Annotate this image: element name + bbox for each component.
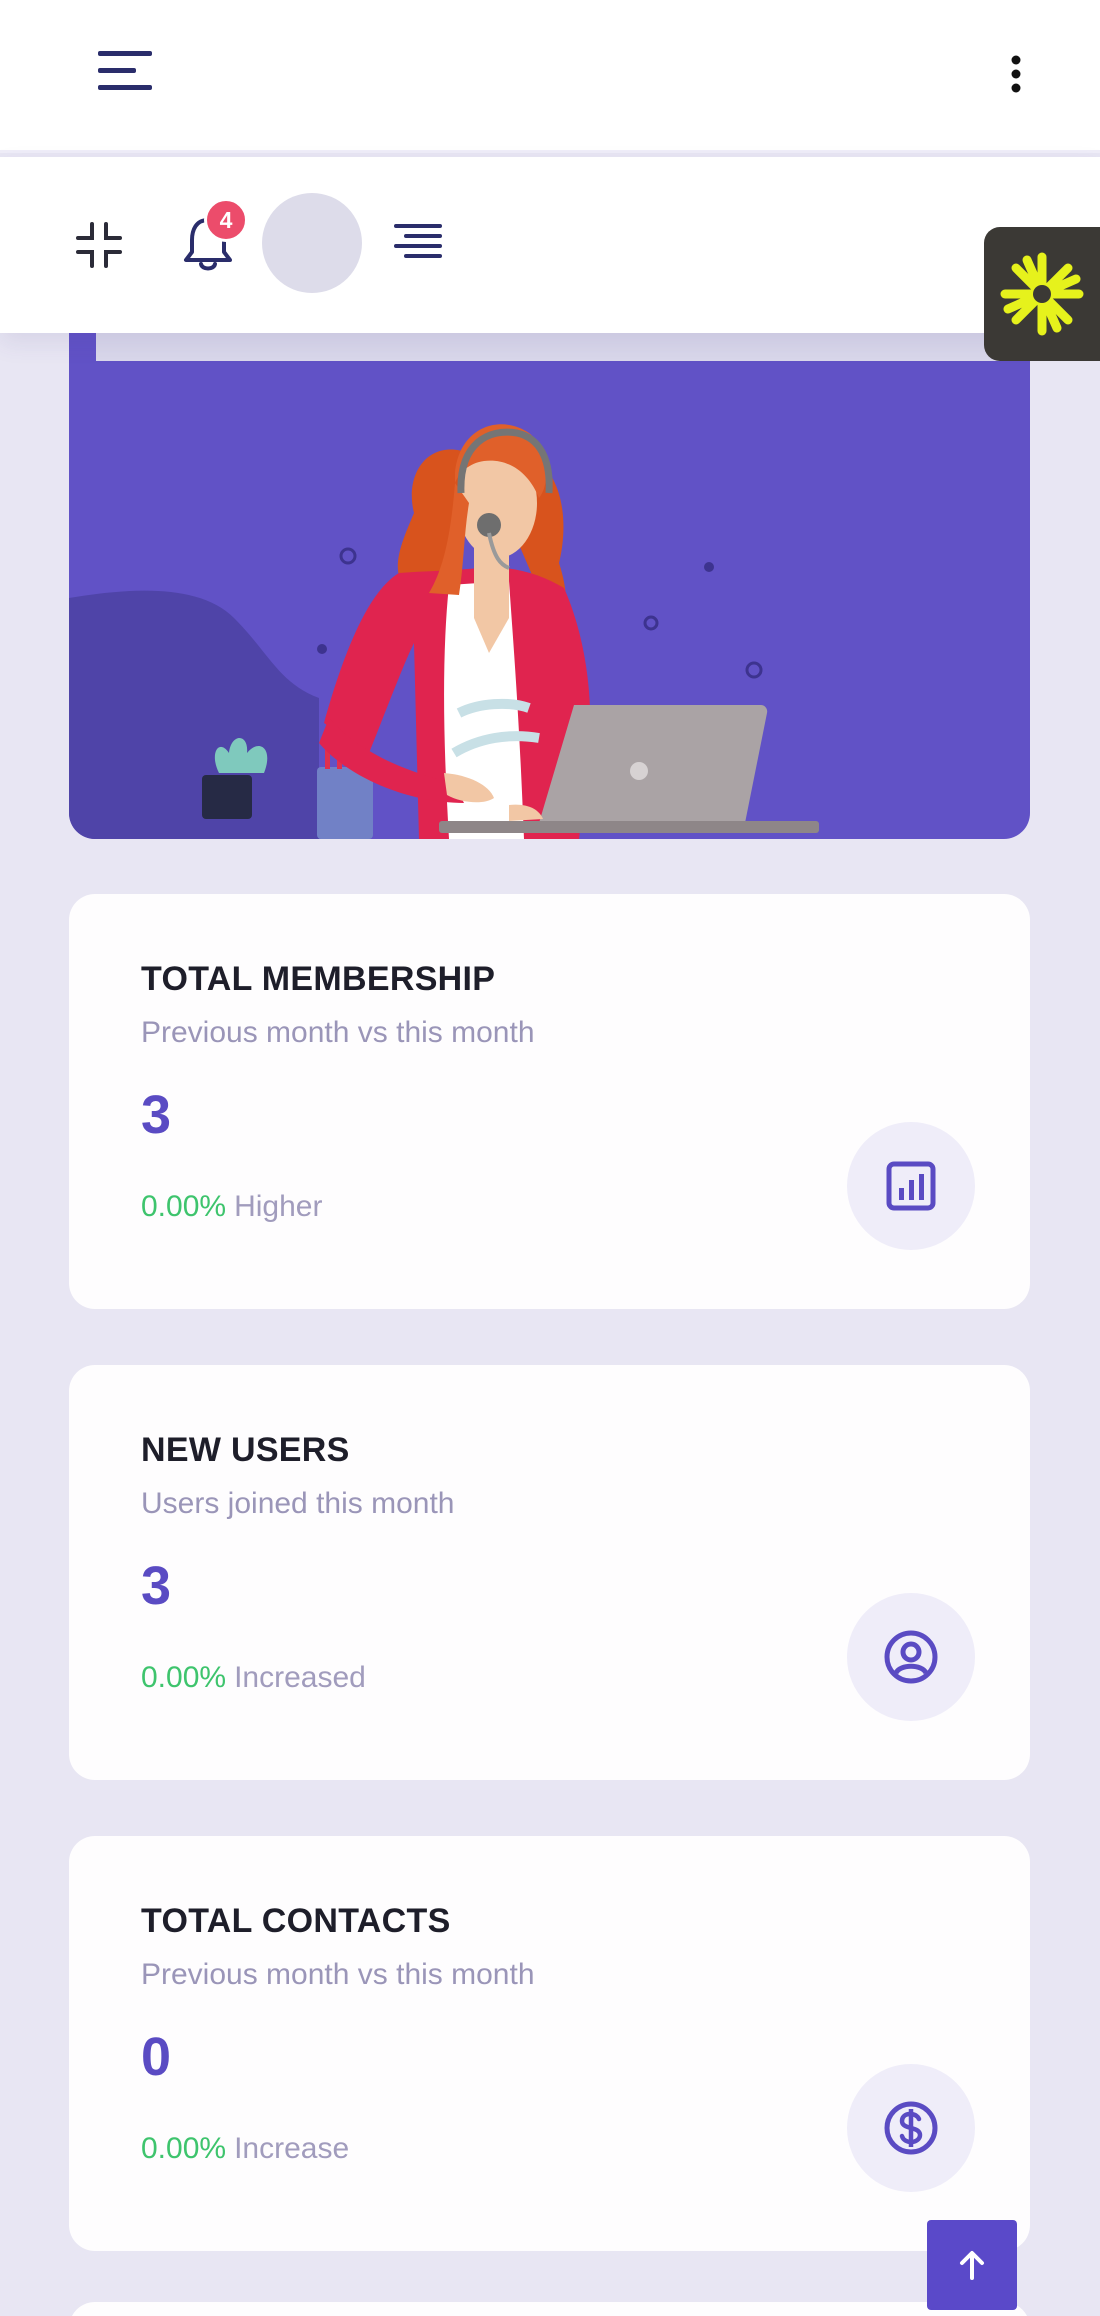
card-change: 0.00% Increased <box>141 1661 366 1695</box>
card-change: 0.00% Increase <box>141 2132 349 2166</box>
top-header <box>0 0 1100 153</box>
bar-chart-icon <box>847 1122 975 1250</box>
card-value: 3 <box>141 1556 172 1616</box>
dollar-icon <box>847 2064 975 2192</box>
avatar[interactable] <box>262 193 362 293</box>
align-right-icon[interactable] <box>392 222 444 264</box>
card-title: TOTAL MEMBERSHIP <box>141 960 496 998</box>
arrow-up-icon <box>960 2251 984 2280</box>
hero-top-strip <box>96 333 1028 361</box>
change-percent: 0.00% <box>141 1190 227 1223</box>
card-change: 0.00% Higher <box>141 1190 322 1224</box>
card-value: 3 <box>141 1085 172 1145</box>
card-subtitle: Users joined this month <box>141 1487 455 1520</box>
hero-banner <box>69 333 1030 839</box>
stat-card-partial <box>69 2302 1030 2316</box>
change-label: Increase <box>234 2132 350 2165</box>
vertical-dots-icon[interactable] <box>1004 52 1028 96</box>
card-value: 0 <box>141 2027 172 2087</box>
dashboard-page: 4 TOTAL MEMBERSHIP Previous month vs thi… <box>0 0 1100 2316</box>
change-percent: 0.00% <box>141 2132 227 2165</box>
card-title: TOTAL CONTACTS <box>141 1902 451 1940</box>
toolbar <box>0 157 1100 333</box>
support-agent-illustration <box>69 424 819 839</box>
sparkle-icon <box>1000 252 1084 336</box>
card-subtitle: Previous month vs this month <box>141 1958 535 1991</box>
change-percent: 0.00% <box>141 1661 227 1694</box>
stat-card-total-membership: TOTAL MEMBERSHIP Previous month vs this … <box>69 894 1030 1309</box>
collapse-icon[interactable] <box>74 220 124 270</box>
hamburger-icon[interactable] <box>96 46 158 96</box>
notification-badge: 4 <box>204 198 248 242</box>
stat-card-new-users: NEW USERS Users joined this month 3 0.00… <box>69 1365 1030 1780</box>
card-title: NEW USERS <box>141 1431 350 1469</box>
scroll-to-top-button[interactable] <box>927 2220 1017 2310</box>
card-subtitle: Previous month vs this month <box>141 1016 535 1049</box>
floating-widget-button[interactable] <box>984 227 1100 361</box>
stat-card-total-contacts: TOTAL CONTACTS Previous month vs this mo… <box>69 1836 1030 2251</box>
user-circle-icon <box>847 1593 975 1721</box>
change-label: Increased <box>234 1661 366 1694</box>
change-label: Higher <box>234 1190 323 1223</box>
